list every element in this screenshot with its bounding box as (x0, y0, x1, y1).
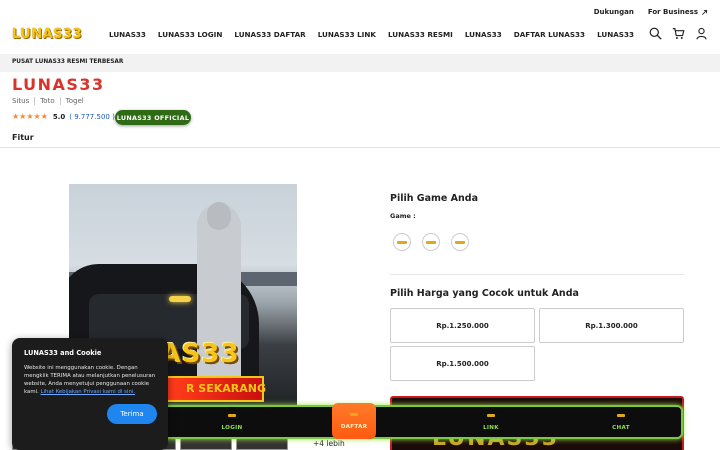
cart-icon[interactable] (672, 27, 685, 40)
tag-item[interactable]: Situs (12, 97, 36, 105)
image-headlight (169, 296, 191, 302)
site-header: LUNAS33 LUNAS33 LUNAS33 LOGIN LUNAS33 DA… (0, 0, 720, 54)
product-rating: ★★★★★ 5.0 ( 9.777.500 ) (12, 112, 115, 121)
nav-item[interactable]: LUNAS33 (109, 30, 146, 39)
search-icon[interactable] (649, 27, 662, 40)
game-option[interactable] (451, 233, 469, 251)
nav-item[interactable]: LUNAS33 LINK (318, 30, 376, 39)
accept-cookie-button[interactable]: Terima (107, 404, 157, 424)
page: Dukungan For Business LUNAS33 LUNAS33 LU… (0, 0, 720, 450)
site-logo[interactable]: LUNAS33 (11, 24, 83, 44)
nav-item[interactable]: LUNAS33 (465, 30, 502, 39)
game-label: Game : (390, 212, 416, 220)
price-option[interactable]: Rp.1.250.000 (390, 308, 535, 343)
nav-item[interactable]: LUNAS33 RESMI (388, 30, 453, 39)
product-title: LUNAS33 (12, 75, 105, 94)
game-options (393, 233, 469, 251)
nav-item[interactable]: LUNAS33 LOGIN (158, 30, 222, 39)
header-icons (649, 27, 708, 40)
bottom-nav-label: DAFTAR (340, 423, 368, 430)
nav-item[interactable]: LUNAS33 DAFTAR (234, 30, 305, 39)
panel-divider (390, 274, 684, 275)
bottom-nav-login[interactable]: LOGIN (202, 407, 262, 437)
star-rating-icon: ★★★★★ (12, 112, 48, 121)
section-divider (0, 147, 720, 148)
tag-item[interactable]: Togel (61, 97, 89, 105)
choose-game-heading: Pilih Game Anda (390, 193, 478, 204)
bottom-nav-link[interactable]: LINK (461, 407, 521, 437)
user-icon[interactable] (695, 27, 708, 40)
official-badge: LUNAS33 OFFICIAL (115, 110, 191, 125)
privacy-policy-link[interactable]: Lihat Kebijakan Privasi kami di sini. (41, 389, 136, 395)
breadcrumb: PUSAT LUNAS33 RESMI TERBESAR (0, 54, 720, 72)
breadcrumb-label[interactable]: PUSAT LUNAS33 RESMI TERBESAR (12, 59, 123, 65)
tab-fitur[interactable]: Fitur (12, 133, 34, 142)
link-icon (487, 413, 495, 417)
nav-item[interactable]: DAFTAR LUNAS33 (514, 30, 585, 39)
rating-score: 5.0 (52, 112, 66, 121)
bottom-nav-daftar[interactable]: DAFTAR (332, 403, 376, 439)
more-thumbnails-link[interactable]: +4 lebih (313, 439, 345, 448)
price-option[interactable]: Rp.1.500.000 (390, 346, 535, 381)
bottom-nav-chat[interactable]: CHAT (591, 407, 651, 437)
login-icon (228, 413, 236, 417)
game-logo-icon (455, 240, 465, 244)
cookie-title: LUNAS33 and Cookie (24, 349, 102, 357)
image-banner-text: R SEKARANG (186, 382, 266, 395)
bottom-nav-label: CHAT (612, 424, 630, 431)
game-option[interactable] (422, 233, 440, 251)
logo-text: LUNAS33 (11, 26, 83, 42)
bottom-nav-label: LINK (483, 424, 499, 431)
tag-item[interactable]: Toto (35, 97, 61, 105)
image-person-head (207, 202, 231, 230)
register-icon (350, 412, 358, 416)
game-logo-icon (426, 240, 436, 244)
nav-item[interactable]: LUNAS33 (597, 30, 634, 39)
chat-icon (617, 413, 625, 417)
cookie-body: Website ini menggunakan cookie. Dengan m… (24, 364, 160, 396)
price-option[interactable]: Rp.1.300.000 (539, 308, 684, 343)
bottom-nav-label: LOGIN (221, 424, 243, 431)
product-tags: Situs Toto Togel (12, 97, 89, 105)
review-count-link[interactable]: ( 9.777.500 ) (69, 113, 115, 121)
main-nav: LUNAS33 LUNAS33 LOGIN LUNAS33 DAFTAR LUN… (109, 30, 634, 39)
game-logo-icon (397, 240, 407, 244)
choose-price-heading: Pilih Harga yang Cocok untuk Anda (390, 288, 579, 299)
cookie-banner: LUNAS33 and Cookie Website ini menggunak… (12, 338, 168, 450)
game-option[interactable] (393, 233, 411, 251)
